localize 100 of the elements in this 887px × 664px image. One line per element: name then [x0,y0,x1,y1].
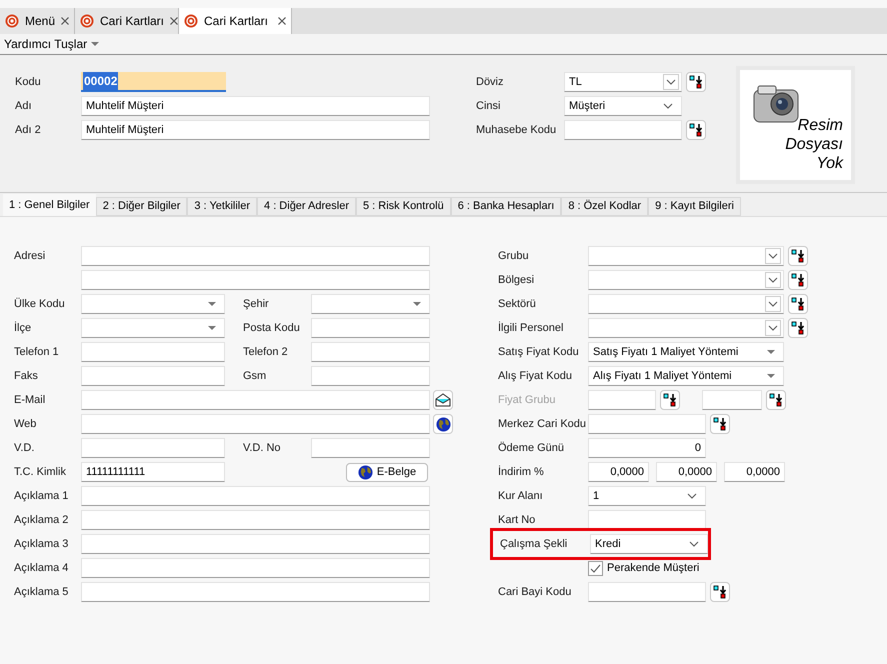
section-tab[interactable]: 3 : Yetkililer [187,197,258,216]
close-icon[interactable] [278,17,286,25]
section-tab[interactable]: 5 : Risk Kontrolü [356,197,451,216]
dropdown-field[interactable] [588,270,784,290]
document-tab[interactable]: Menü [0,8,75,34]
lookup-button[interactable] [788,294,808,314]
helper-keys-menu[interactable]: Yardımcı Tuşlar [4,35,100,53]
lookup-icon [663,393,677,407]
dropdown-field[interactable] [311,294,430,314]
section-tab[interactable]: 9 : Kayıt Bilgileri [648,197,741,216]
envelope-icon [435,393,451,407]
input-field[interactable]: 0,0000 [656,462,717,482]
dropdown-field[interactable] [81,318,225,338]
web-button[interactable] [433,414,453,434]
input-field[interactable] [81,486,430,506]
dropdown-field[interactable] [81,294,225,314]
input-field[interactable] [588,510,706,530]
input-field[interactable] [588,414,706,434]
field-label: Posta Kodu [243,320,301,336]
chevron-down-icon [663,103,673,109]
input-field[interactable] [81,558,430,578]
input-field[interactable]: 11111111111 [81,462,225,482]
chevron-down-icon [768,277,778,283]
dropdown-field[interactable]: Kredi [590,534,708,554]
field-label: Gsm [243,368,268,384]
lookup-button[interactable] [686,72,706,92]
input-field[interactable] [311,318,430,338]
lookup-button[interactable] [710,582,730,602]
input-field[interactable] [81,366,225,386]
lookup-icon [689,123,703,137]
dropdown-field[interactable]: TL [564,72,682,92]
input-field[interactable] [311,366,430,386]
dropdown-field[interactable] [588,246,784,266]
input-field[interactable] [81,582,430,602]
field-label: Merkez Cari Kodu [498,416,588,432]
dropdown-field[interactable]: 1 [588,486,706,506]
dropdown-field[interactable]: Alış Fiyatı 1 Maliyet Yöntemi [588,366,784,386]
globe-icon [436,416,450,432]
field-label: Bölgesi [498,272,536,288]
field-label: Açıklama 5 [14,584,70,600]
lookup-icon [713,585,727,599]
field-label: Açıklama 3 [14,536,70,552]
code-field[interactable]: 00002 [81,72,226,92]
field-label: Açıklama 4 [14,560,70,576]
lookup-button[interactable] [710,414,730,434]
input-field[interactable] [81,510,430,530]
dropdown-field[interactable]: Satış Fiyatı 1 Maliyet Yöntemi [588,342,784,362]
checkbox[interactable] [588,560,603,576]
section-tab[interactable]: 1 : Genel Bilgiler [3,194,96,216]
input-field[interactable] [81,414,430,434]
lookup-button[interactable] [788,246,808,266]
input-field[interactable] [81,390,430,410]
dropdown-field[interactable] [588,294,784,314]
field-label: Kur Alanı [498,488,544,504]
field-label: V.D. [14,440,36,456]
chevron-down-icon [768,301,778,307]
app-logo-icon [184,14,198,28]
field-label: V.D. No [243,440,282,456]
input-field[interactable] [588,582,706,602]
retail-customer-checkbox[interactable]: Perakende Müşteri [588,560,700,576]
close-icon[interactable] [170,17,178,25]
field-label: İndirim % [498,464,545,480]
input-field[interactable]: Muhtelif Müşteri [81,120,430,140]
input-field[interactable] [81,534,430,554]
lookup-icon [791,297,805,311]
field-label: Cari Bayi Kodu [498,584,572,600]
section-tab[interactable]: 8 : Özel Kodlar [561,197,648,216]
input-field[interactable]: 0 [588,438,706,458]
lookup-icon [791,249,805,263]
input-field[interactable] [564,120,682,140]
input-field[interactable] [311,438,430,458]
input-field[interactable] [311,342,430,362]
dropdown-field[interactable] [588,318,784,338]
input-field[interactable]: 0,0000 [588,462,649,482]
chevron-down-icon [689,541,699,547]
input-field[interactable]: 0,0000 [724,462,785,482]
input-field[interactable] [81,342,225,362]
dropdown-field[interactable]: Müşteri [564,96,682,116]
section-tab[interactable]: 6 : Banka Hesapları [450,197,562,216]
field-label: Adresi [14,248,46,264]
close-icon[interactable] [61,17,70,25]
mail-button[interactable] [433,390,453,410]
document-tab[interactable]: Cari Kartları [179,8,292,34]
input-field[interactable] [81,438,225,458]
lookup-button[interactable] [788,318,808,338]
field-label: Şehir [243,296,270,312]
section-tab[interactable]: 4 : Diğer Adresler [257,197,356,216]
document-tab[interactable]: Cari Kartları [75,8,179,34]
lookup-button[interactable] [788,270,808,290]
input-field[interactable] [81,270,430,290]
input-field[interactable] [81,246,430,266]
lookup-button[interactable] [686,120,706,140]
caret-down-icon [413,302,421,306]
field-label: Telefon 1 [14,344,60,360]
field-label: Döviz [476,74,505,90]
field-label: Kodu [15,74,42,90]
e-belge-button[interactable]: E-Belge [346,462,428,482]
input-field[interactable]: Muhtelif Müşteri [81,96,430,116]
section-tab[interactable]: 2 : Diğer Bilgiler [96,197,188,216]
chevron-down-icon [687,493,697,499]
